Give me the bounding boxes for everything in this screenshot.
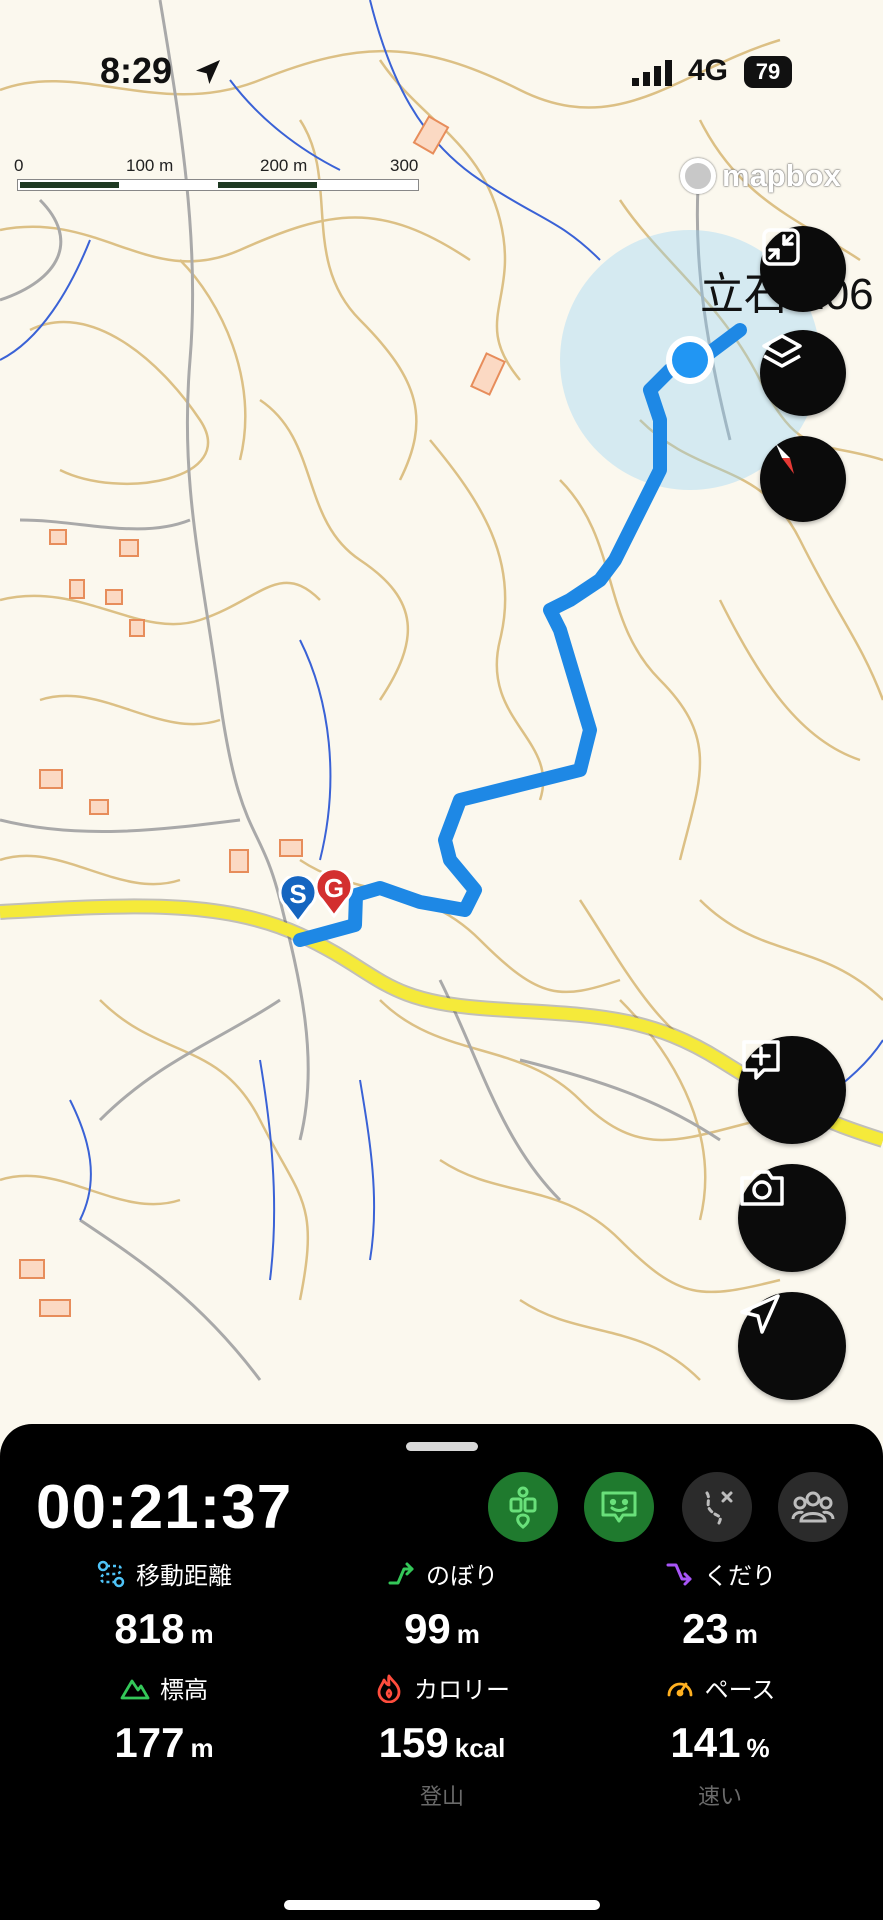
camera-button[interactable] [738,1164,846,1272]
navigation-button[interactable] [738,1292,846,1400]
stat-elevation: 標高 177 m [24,1670,304,1767]
stat-distance: 移動距離 818 m [24,1556,304,1653]
mapbox-icon [680,158,716,194]
stat-calories: カロリー 159 kcal 登山 [302,1670,582,1811]
scale-bar: 0 100 m 200 m 300 m [14,156,424,196]
status-time: 8:29 [100,50,173,91]
route-plan-icon [705,1491,733,1525]
scale-track [18,180,418,190]
hiker-icon [509,1486,537,1529]
stat-label: カロリー [414,1677,510,1704]
stat-unit: m [456,1619,480,1649]
start-marker[interactable]: S [278,876,318,924]
stat-value: 177 [114,1719,185,1766]
group-button[interactable] [778,1472,848,1542]
stat-value: 141 [670,1719,741,1766]
location-arrow-icon [196,60,220,84]
stat-label: のぼり [426,1563,498,1590]
stat-ascent: のぼり 99 m [302,1556,582,1653]
stat-subtitle: 登山 [419,1784,464,1809]
stat-unit: m [734,1619,758,1649]
status-bar: 8:29 4G 79 [0,0,883,140]
stat-unit: m [190,1619,214,1649]
group-icon [791,1491,835,1523]
stat-value: 23 [682,1605,729,1652]
distance-icon [97,1560,125,1587]
compass-button[interactable] [760,436,846,522]
stat-descent: くだり 23 m [580,1556,860,1653]
stat-unit: kcal [454,1733,506,1763]
scale-label: 0 [14,156,24,175]
collapse-icon [762,228,800,266]
navigation-icon [740,1294,780,1334]
stat-label: 移動距離 [136,1563,232,1590]
scale-label: 100 m [126,156,174,175]
add-comment-button[interactable] [738,1036,846,1144]
stat-unit: % [746,1733,770,1763]
stat-pace: ペース 141% 速い [580,1670,860,1811]
stat-value: 818 [114,1605,185,1652]
mapbox-wordmark: mapbox [722,158,841,193]
network-type: 4G [688,54,729,87]
stat-value: 99 [404,1605,451,1652]
collapse-button[interactable] [760,226,846,312]
hiker-mode-button[interactable] [488,1472,558,1542]
battery-indicator: 79 [744,56,792,88]
activity-panel[interactable]: 00:21:37 移動距離 818 m のぼり 99 m くだり 23 m 標高… [0,1424,883,1920]
chat-face-button[interactable] [584,1472,654,1542]
add-comment-icon [742,1040,780,1080]
camera-icon [740,1170,784,1206]
descent-icon [666,1563,692,1585]
flame-icon [377,1674,401,1703]
mountain-icon [120,1679,150,1699]
stat-label: くだり [704,1563,776,1590]
speedometer-icon [667,1682,692,1696]
home-indicator[interactable] [284,1900,600,1910]
mapbox-logo: mapbox [680,156,841,196]
stat-subtitle: 速い [697,1784,742,1809]
chat-face-icon [601,1491,637,1523]
route-plan-button[interactable] [682,1472,752,1542]
layers-button[interactable] [760,330,846,416]
panel-grabber[interactable] [406,1442,478,1451]
elapsed-time: 00:21:37 [36,1473,293,1542]
goal-marker[interactable]: G [314,870,354,918]
scale-label: 300 m [390,156,419,195]
map-view[interactable]: S G 立石 206 0 100 m 200 m 300 m mapbox 8:… [0,0,883,1440]
stat-label: ペース [704,1677,776,1704]
compass-icon [776,444,794,474]
signal-icon [632,60,672,86]
stat-value: 159 [378,1719,449,1766]
scale-label: 200 m [260,156,308,175]
layers-icon [762,334,802,368]
ascent-icon [388,1562,414,1584]
stat-label: 標高 [160,1677,208,1704]
stat-unit: m [190,1733,214,1763]
